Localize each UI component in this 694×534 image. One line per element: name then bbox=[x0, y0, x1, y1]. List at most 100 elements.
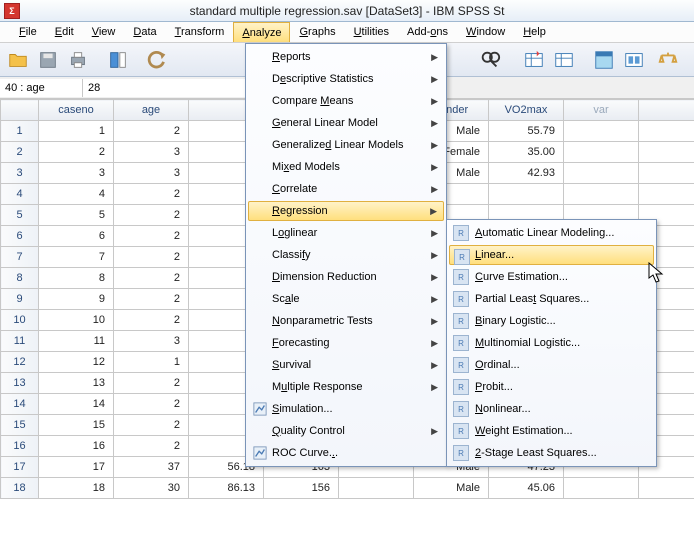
cell[interactable]: 37 bbox=[114, 457, 189, 478]
analyze-item-general-linear-model[interactable]: General Linear Model▶ bbox=[248, 112, 444, 134]
analyze-item-correlate[interactable]: Correlate▶ bbox=[248, 178, 444, 200]
menu-view[interactable]: View bbox=[83, 22, 125, 42]
cell[interactable]: 1 bbox=[114, 352, 189, 373]
col-var[interactable]: var bbox=[564, 100, 639, 121]
cell[interactable]: Male bbox=[414, 478, 489, 499]
cell[interactable]: 2 bbox=[114, 415, 189, 436]
row-header[interactable]: 9 bbox=[1, 289, 39, 310]
analyze-item-compare-means[interactable]: Compare Means▶ bbox=[248, 90, 444, 112]
cell[interactable]: 10 bbox=[39, 310, 114, 331]
analyze-item-reports[interactable]: Reports▶ bbox=[248, 46, 444, 68]
col-age[interactable]: age bbox=[114, 100, 189, 121]
row-header[interactable]: 14 bbox=[1, 394, 39, 415]
cell[interactable] bbox=[639, 478, 694, 499]
cell[interactable]: 35.00 bbox=[489, 142, 564, 163]
cell[interactable]: 11 bbox=[39, 331, 114, 352]
cell[interactable]: 2 bbox=[114, 310, 189, 331]
cell[interactable]: 6 bbox=[39, 226, 114, 247]
cell[interactable]: 55.79 bbox=[489, 121, 564, 142]
nav-cell-value[interactable]: 28 bbox=[83, 79, 255, 97]
menu-addons[interactable]: Add-ons bbox=[398, 22, 457, 42]
cell[interactable] bbox=[489, 184, 564, 205]
cell[interactable]: 4 bbox=[39, 184, 114, 205]
cell[interactable]: 45.06 bbox=[489, 478, 564, 499]
cell[interactable]: 18 bbox=[39, 478, 114, 499]
cell[interactable]: 9 bbox=[39, 289, 114, 310]
cell[interactable] bbox=[564, 163, 639, 184]
analyze-item-regression[interactable]: Regression▶ bbox=[248, 201, 444, 221]
cell[interactable]: 42.93 bbox=[489, 163, 564, 184]
row-header[interactable]: 5 bbox=[1, 205, 39, 226]
cell[interactable]: 8 bbox=[39, 268, 114, 289]
cell[interactable]: 7 bbox=[39, 247, 114, 268]
cell[interactable] bbox=[339, 478, 414, 499]
cell[interactable]: 17 bbox=[39, 457, 114, 478]
regression-item-binary-logistic[interactable]: RBinary Logistic... bbox=[449, 310, 654, 332]
cell[interactable] bbox=[564, 142, 639, 163]
cell[interactable]: 15 bbox=[39, 415, 114, 436]
cell[interactable]: 3 bbox=[39, 163, 114, 184]
print-icon[interactable] bbox=[64, 46, 92, 74]
regression-item-weight-estimation[interactable]: RWeight Estimation... bbox=[449, 420, 654, 442]
weight-icon[interactable] bbox=[654, 46, 682, 74]
cell[interactable]: 2 bbox=[114, 121, 189, 142]
regression-item-multinomial-logistic[interactable]: RMultinomial Logistic... bbox=[449, 332, 654, 354]
cell[interactable] bbox=[639, 142, 694, 163]
analyze-item-loglinear[interactable]: Loglinear▶ bbox=[248, 222, 444, 244]
run-icon[interactable] bbox=[550, 46, 578, 74]
cell[interactable]: 2 bbox=[114, 184, 189, 205]
cell[interactable]: 2 bbox=[114, 226, 189, 247]
variables-icon[interactable] bbox=[520, 46, 548, 74]
row-header[interactable]: 8 bbox=[1, 268, 39, 289]
menu-utilities[interactable]: Utilities bbox=[345, 22, 398, 42]
analyze-item-scale[interactable]: Scale▶ bbox=[248, 288, 444, 310]
cell[interactable]: 2 bbox=[114, 205, 189, 226]
row-header[interactable]: 13 bbox=[1, 373, 39, 394]
cell[interactable]: 2 bbox=[114, 394, 189, 415]
cell[interactable]: 16 bbox=[39, 436, 114, 457]
select-icon[interactable] bbox=[590, 46, 618, 74]
cell[interactable] bbox=[564, 121, 639, 142]
row-header[interactable]: 4 bbox=[1, 184, 39, 205]
cell[interactable]: 2 bbox=[114, 268, 189, 289]
cell[interactable] bbox=[639, 184, 694, 205]
analyze-item-roc-curve[interactable]: ROC Curve... bbox=[248, 442, 444, 464]
regression-item-curve-estimation[interactable]: RCurve Estimation... bbox=[449, 266, 654, 288]
save-icon[interactable] bbox=[34, 46, 62, 74]
cell[interactable]: 5 bbox=[39, 205, 114, 226]
cell[interactable] bbox=[639, 163, 694, 184]
analyze-item-nonparametric-tests[interactable]: Nonparametric Tests▶ bbox=[248, 310, 444, 332]
menu-analyze[interactable]: Analyze bbox=[233, 22, 290, 42]
table-row[interactable]: 18183086.13156Male45.06 bbox=[1, 478, 694, 499]
analyze-item-descriptive-statistics[interactable]: Descriptive Statistics▶ bbox=[248, 68, 444, 90]
analyze-item-forecasting[interactable]: Forecasting▶ bbox=[248, 332, 444, 354]
analyze-item-survival[interactable]: Survival▶ bbox=[248, 354, 444, 376]
cell[interactable]: 2 bbox=[39, 142, 114, 163]
value-labels-icon[interactable] bbox=[620, 46, 648, 74]
analyze-item-multiple-response[interactable]: Multiple Response▶ bbox=[248, 376, 444, 398]
row-header[interactable]: 7 bbox=[1, 247, 39, 268]
menu-graphs[interactable]: Graphs bbox=[290, 22, 344, 42]
regression-item-automatic-linear-modeling[interactable]: RAutomatic Linear Modeling... bbox=[449, 222, 654, 244]
menu-file[interactable]: File bbox=[10, 22, 46, 42]
row-header[interactable]: 2 bbox=[1, 142, 39, 163]
analyze-item-simulation[interactable]: Simulation... bbox=[248, 398, 444, 420]
cell[interactable]: 2 bbox=[114, 247, 189, 268]
col-caseno[interactable]: caseno bbox=[39, 100, 114, 121]
col-var2[interactable] bbox=[639, 100, 694, 121]
regression-item-probit[interactable]: RProbit... bbox=[449, 376, 654, 398]
regression-item-linear[interactable]: RLinear... bbox=[449, 245, 654, 265]
cell[interactable] bbox=[639, 121, 694, 142]
row-header[interactable]: 1 bbox=[1, 121, 39, 142]
row-header[interactable]: 17 bbox=[1, 457, 39, 478]
regression-item-2-stage-least-squares[interactable]: R2-Stage Least Squares... bbox=[449, 442, 654, 464]
row-header[interactable]: 18 bbox=[1, 478, 39, 499]
analyze-item-classify[interactable]: Classify▶ bbox=[248, 244, 444, 266]
recall-icon[interactable] bbox=[104, 46, 132, 74]
regression-item-partial-least-squares[interactable]: RPartial Least Squares... bbox=[449, 288, 654, 310]
analyze-item-quality-control[interactable]: Quality Control▶ bbox=[248, 420, 444, 442]
analyze-item-generalized-linear-models[interactable]: Generalized Linear Models▶ bbox=[248, 134, 444, 156]
regression-item-ordinal[interactable]: ROrdinal... bbox=[449, 354, 654, 376]
regression-item-nonlinear[interactable]: RNonlinear... bbox=[449, 398, 654, 420]
cell[interactable]: 3 bbox=[114, 331, 189, 352]
